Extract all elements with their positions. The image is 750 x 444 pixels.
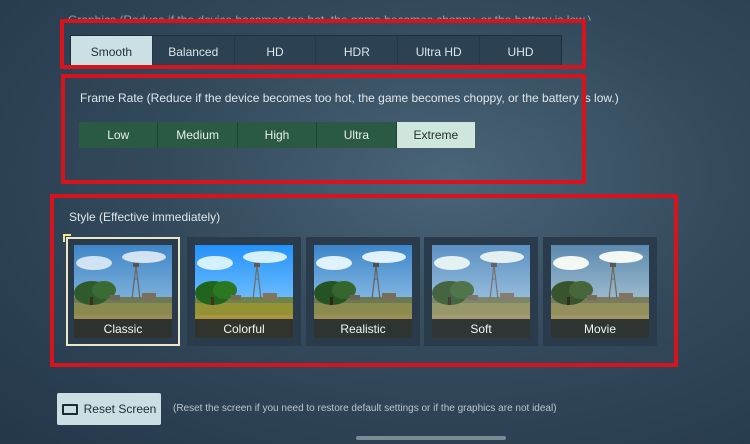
graphics-highlight-box [60, 19, 586, 69]
screen-icon [61, 403, 78, 415]
reset-screen-label: Reset Screen [83, 402, 157, 416]
style-highlight-box [50, 194, 678, 367]
frame-rate-highlight-box [61, 74, 586, 184]
reset-screen-button[interactable]: Reset Screen [57, 393, 161, 425]
home-indicator [356, 436, 506, 440]
reset-hint-text: (Reset the screen if you need to restore… [173, 403, 557, 414]
